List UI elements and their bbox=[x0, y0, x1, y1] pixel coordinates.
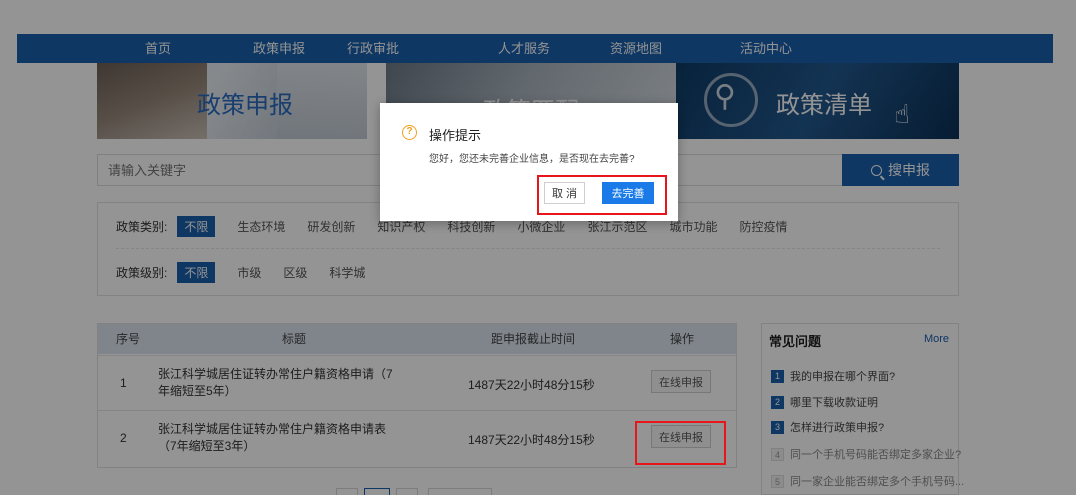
modal-overlay[interactable] bbox=[0, 0, 1076, 495]
dialog-title: 操作提示 bbox=[429, 128, 482, 143]
page: 首页 政策申报 行政审批 人才服务 资源地图 活动中心 政策申报 政策匹配 ⚲ … bbox=[0, 0, 1076, 495]
highlight-box-dialog-buttons bbox=[537, 175, 667, 215]
highlight-box-apply-button bbox=[635, 421, 726, 465]
question-icon: ? bbox=[402, 125, 417, 140]
dialog-message: 您好，您还未完善企业信息，是否现在去完善? bbox=[429, 154, 635, 165]
